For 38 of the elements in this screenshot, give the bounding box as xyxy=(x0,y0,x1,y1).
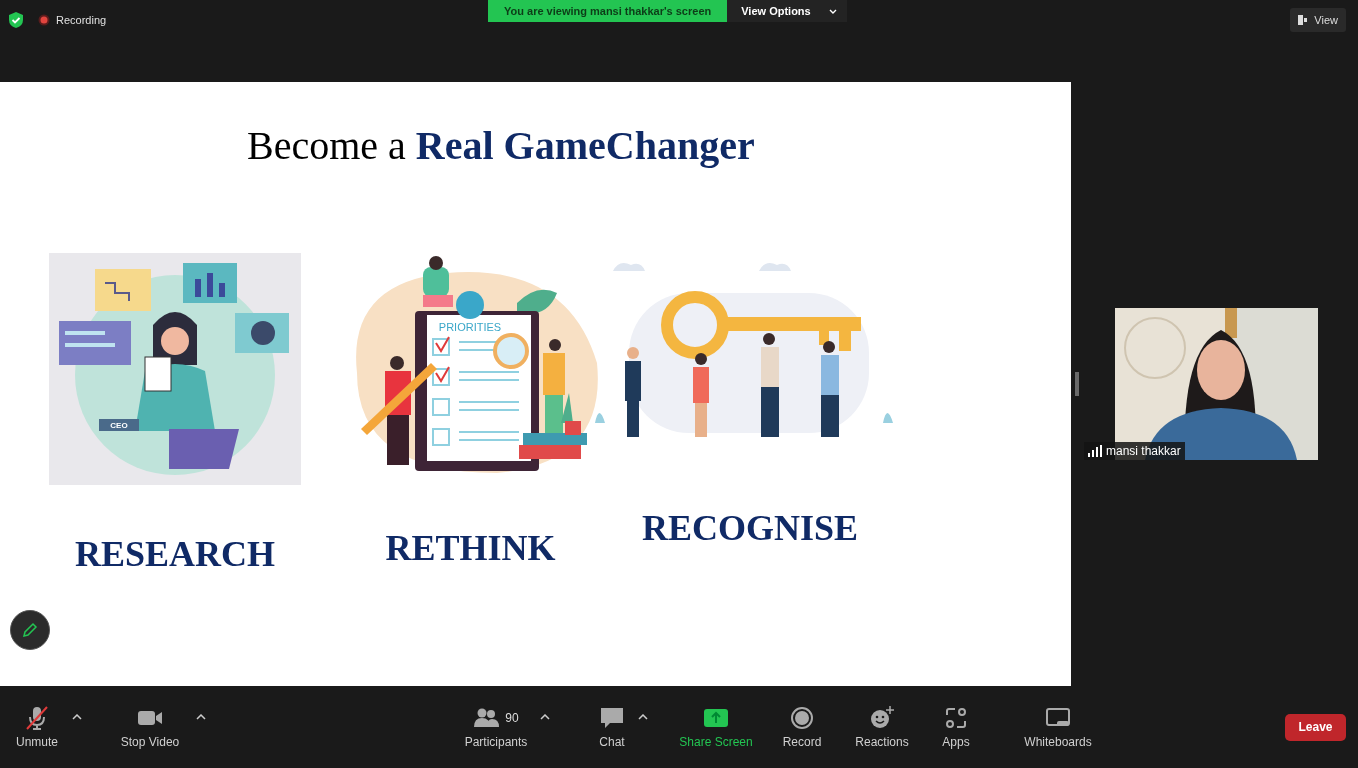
slide-heading: RESEARCH xyxy=(74,533,275,575)
desk-sign-text: CEO xyxy=(110,421,128,430)
participant-count: 90 xyxy=(505,711,519,725)
slide-title: Become a Real GameChanger xyxy=(247,122,756,169)
caret-icon xyxy=(72,714,82,720)
checklist-heading: PRIORITIES xyxy=(438,321,501,333)
caret-icon xyxy=(638,714,648,720)
viewing-banner: You are viewing mansi thakkar's screen xyxy=(488,0,728,22)
participant-name: mansi thakkar xyxy=(1106,444,1181,458)
smiley-plus-icon xyxy=(869,705,895,731)
chevron-down-icon xyxy=(828,8,837,14)
participants-button[interactable]: 90 Participants xyxy=(458,705,534,749)
recording-label: Recording xyxy=(56,14,107,26)
share-button[interactable]: Share Screen xyxy=(678,705,754,749)
slide-heading: RECOGNISE xyxy=(641,507,859,549)
reactions-button[interactable]: Reactions xyxy=(850,705,914,749)
caret-icon xyxy=(540,714,550,720)
annotate-button[interactable] xyxy=(10,610,50,650)
chat-bubble-icon xyxy=(599,705,625,731)
layout-icon xyxy=(1298,15,1309,25)
share-screen-icon xyxy=(703,707,729,729)
mic-button[interactable]: Unmute xyxy=(8,705,66,749)
whiteboards-button[interactable]: Whiteboards xyxy=(1020,705,1096,749)
slide-heading: RETHINK xyxy=(385,527,556,569)
record-icon xyxy=(789,705,815,731)
chat-button[interactable]: Chat xyxy=(592,705,632,749)
leave-button[interactable]: Leave xyxy=(1285,713,1346,741)
pencil-icon xyxy=(22,622,38,638)
video-button[interactable]: Stop Video xyxy=(110,705,190,749)
apps-icon xyxy=(943,705,969,731)
apps-button[interactable]: Apps xyxy=(936,705,976,749)
caret-icon xyxy=(196,714,206,720)
signal-bars-icon xyxy=(1088,445,1102,457)
view-options-button[interactable]: View Options xyxy=(727,0,847,22)
resize-handle-icon xyxy=(1075,372,1079,396)
shield-check-icon xyxy=(8,11,24,29)
view-button[interactable]: View xyxy=(1290,8,1346,32)
record-button[interactable]: Record xyxy=(776,705,828,749)
